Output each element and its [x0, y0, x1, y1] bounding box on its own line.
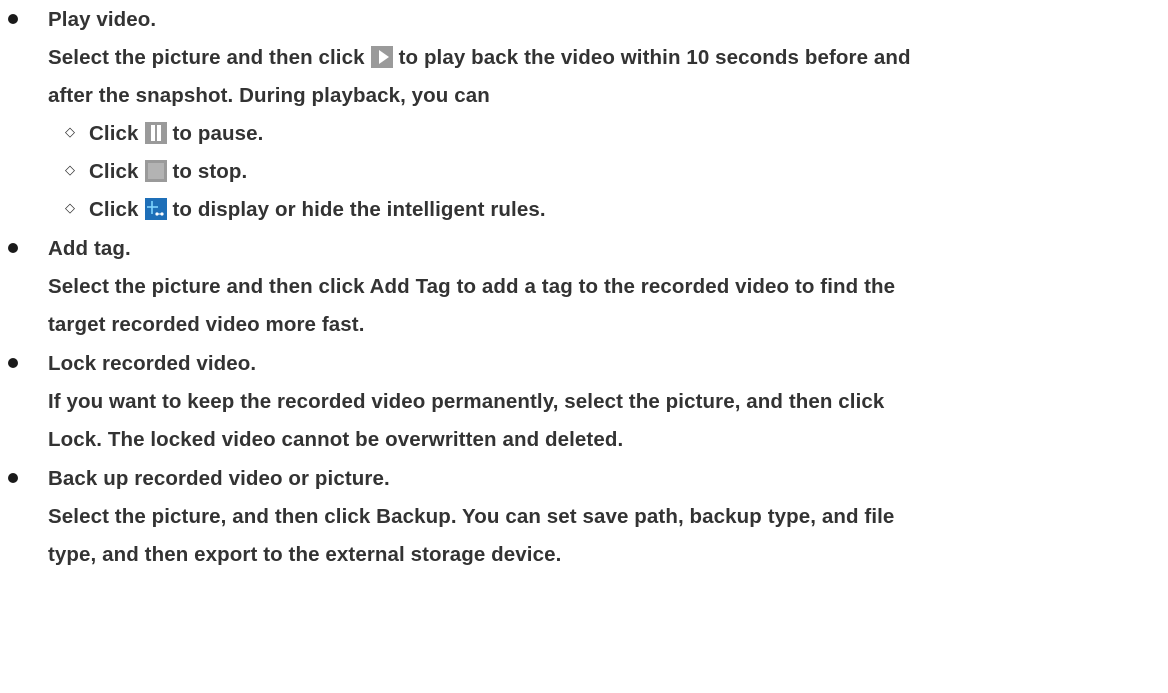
sub-item-text: to pause.: [172, 122, 264, 145]
stop-icon: [144, 159, 167, 182]
bullet-dot: [8, 358, 18, 368]
sub-item-text: Click: [89, 122, 139, 145]
sub-item-stop: Click to stop.: [89, 153, 247, 191]
item-heading-backup: Back up recorded video or picture.: [48, 467, 390, 490]
item-body-line: type, and then export to the external st…: [48, 543, 562, 566]
sub-bullet-diamond: ◇: [65, 162, 76, 177]
pause-icon: [144, 121, 167, 144]
intelligent-rules-glyph: [144, 197, 167, 220]
body-text: Select the picture and then click: [48, 46, 365, 69]
bullet-dot: [8, 14, 18, 24]
sub-item-pause: Click to pause.: [89, 115, 263, 153]
item-body-line: Lock. The locked video cannot be overwri…: [48, 428, 624, 451]
sub-item-rules: Click to display or hide the intelligent…: [89, 191, 546, 229]
item-heading-play-video: Play video.: [48, 8, 157, 31]
sub-item-text: to display or hide the intelligent rules…: [172, 198, 546, 221]
item-heading-add-tag: Add tag.: [48, 237, 131, 260]
item-body-line: Select the picture and then click to play…: [48, 39, 911, 77]
sub-bullet-diamond: ◇: [65, 200, 76, 215]
sub-item-text: Click: [89, 198, 139, 221]
item-body-line: target recorded video more fast.: [48, 313, 365, 336]
item-body-line: If you want to keep the recorded video p…: [48, 390, 885, 413]
item-body-line: after the snapshot. During playback, you…: [48, 84, 490, 107]
document: Play video. Select the picture and then …: [0, 0, 1168, 693]
intelligent-rules-icon: [144, 197, 167, 220]
sub-item-text: Click: [89, 160, 139, 183]
sub-bullet-diamond: ◇: [65, 124, 76, 139]
bullet-dot: [8, 243, 18, 253]
play-icon: [370, 45, 393, 68]
body-text: to play back the video within 10 seconds…: [398, 46, 911, 69]
item-heading-lock-video: Lock recorded video.: [48, 352, 257, 375]
item-body-line: Select the picture and then click Add Ta…: [48, 275, 896, 298]
bullet-dot: [8, 473, 18, 483]
item-body-line: Select the picture, and then click Backu…: [48, 505, 895, 528]
sub-item-text: to stop.: [172, 160, 248, 183]
